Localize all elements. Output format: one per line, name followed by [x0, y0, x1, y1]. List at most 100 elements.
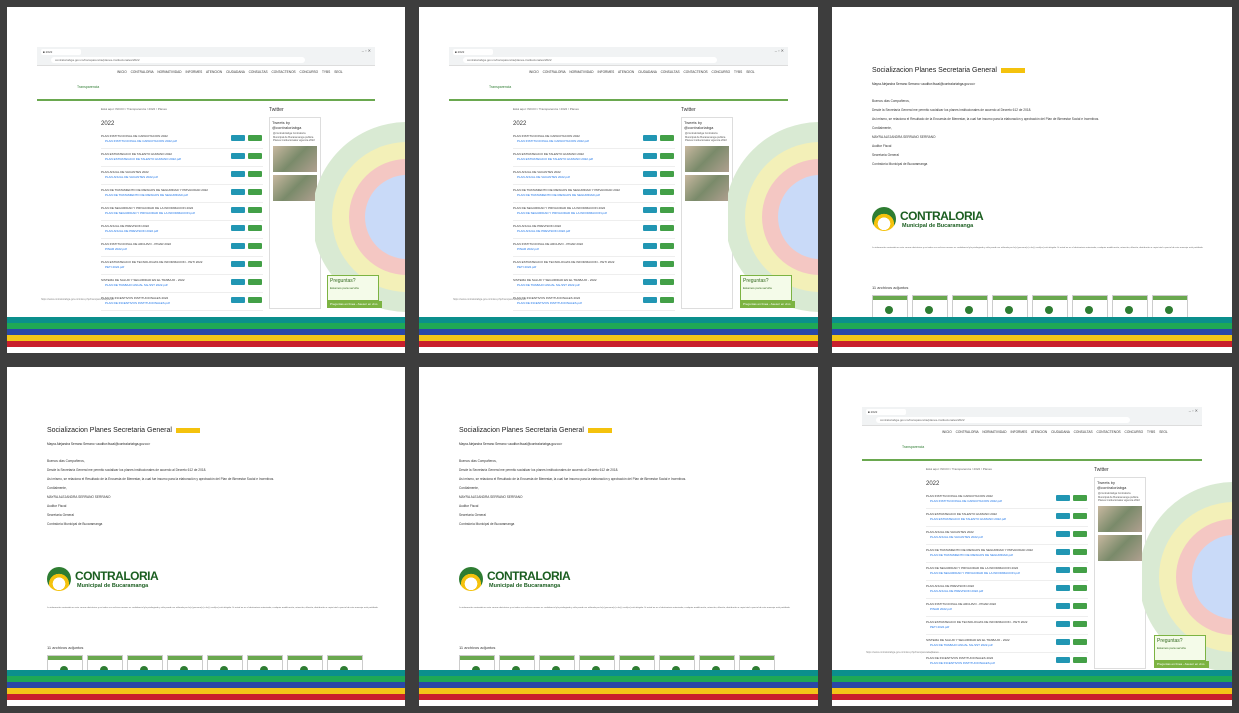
download-button[interactable]: [248, 261, 262, 267]
download-button[interactable]: [660, 207, 674, 213]
download-button[interactable]: [248, 153, 262, 159]
document-link[interactable]: PLAN DE SEGURIDAD Y PRIVACIDAD DE LA INF…: [105, 211, 220, 215]
view-button[interactable]: [643, 279, 657, 285]
document-link[interactable]: PINAR 2022.pdf: [930, 607, 1045, 611]
address-bar[interactable]: contraloriabga.gov.co/transparencia/plan…: [876, 417, 1130, 423]
download-button[interactable]: [1073, 657, 1087, 663]
document-link[interactable]: PLAN DE TRABAJO ANUAL SG-SST 2022.pdf: [105, 283, 220, 287]
download-button[interactable]: [248, 297, 262, 303]
label-tag[interactable]: [1000, 67, 1025, 73]
download-button[interactable]: [1073, 567, 1087, 573]
view-button[interactable]: [1056, 621, 1070, 627]
document-link[interactable]: PLAN ANUAL DE VACANTES 2022.pdf: [105, 175, 220, 179]
browser-tab[interactable]: ■ 2022: [866, 409, 906, 415]
sub-nav[interactable]: Transparencia: [489, 85, 511, 89]
sub-nav[interactable]: Transparencia: [902, 445, 924, 449]
document-link[interactable]: PLAN DE INCENTIVOS INSTITUCIONALES.pdf: [105, 301, 220, 305]
view-button[interactable]: [643, 207, 657, 213]
help-chat-button[interactable]: Preguntas en línea - Asesor en vivo: [740, 301, 795, 308]
email-sender[interactable]: Mayra Alejandra Serrano Serrano <auditor…: [459, 442, 562, 446]
view-button[interactable]: [643, 261, 657, 267]
email-sender[interactable]: Mayra Alejandra Serrano Serrano <auditor…: [872, 82, 975, 86]
document-link[interactable]: PLAN DE TRATAMIENTO DE RIESGOS DE SEGURI…: [517, 193, 632, 197]
download-button[interactable]: [660, 171, 674, 177]
main-nav[interactable]: INICIO CONTRALORIA NORMATIVIDAD INFORMES…: [37, 67, 375, 77]
document-link[interactable]: PLAN DE TRABAJO ANUAL SG-SST 2022.pdf: [517, 283, 632, 287]
download-button[interactable]: [660, 153, 674, 159]
tweets-header[interactable]: Tweets by @contraloriabga: [270, 118, 320, 132]
view-button[interactable]: [1056, 657, 1070, 663]
document-link[interactable]: PLAN ANUAL DE VACANTES 2022.pdf: [517, 175, 632, 179]
download-button[interactable]: [1073, 495, 1087, 501]
view-button[interactable]: [1056, 549, 1070, 555]
view-button[interactable]: [231, 135, 245, 141]
help-chat-button[interactable]: Preguntas en línea - Asesor en vivo: [1154, 661, 1209, 668]
download-button[interactable]: [660, 279, 674, 285]
download-button[interactable]: [1073, 513, 1087, 519]
document-link[interactable]: PLAN DE TRATAMIENTO DE RIESGOS DE SEGURI…: [930, 553, 1045, 557]
window-controls[interactable]: – ▫ ✕: [1189, 408, 1198, 413]
download-button[interactable]: [248, 279, 262, 285]
address-bar[interactable]: contraloriabga.gov.co/transparencia/plan…: [51, 57, 305, 63]
download-button[interactable]: [1073, 603, 1087, 609]
document-link[interactable]: PLAN ESTRATEGICO DE TALENTO HUMANO 2022.…: [930, 517, 1045, 521]
document-link[interactable]: PETI 2022.pdf: [105, 265, 220, 269]
view-button[interactable]: [231, 243, 245, 249]
document-link[interactable]: PETI 2022.pdf: [517, 265, 632, 269]
twitter-widget[interactable]: Tweets by @contraloriabga @contraloriabga…: [269, 117, 321, 309]
tweets-header[interactable]: Tweets by @contraloriabga: [682, 118, 732, 132]
document-link[interactable]: PLAN DE SEGURIDAD Y PRIVACIDAD DE LA INF…: [517, 211, 632, 215]
download-button[interactable]: [660, 261, 674, 267]
view-button[interactable]: [1056, 603, 1070, 609]
breadcrumb[interactable]: Está aquí: INICIO / Transparencia / 2022…: [101, 107, 167, 111]
window-controls[interactable]: – ▫ ✕: [775, 48, 784, 53]
document-link[interactable]: PLAN ESTRATEGICO DE TALENTO HUMANO 2022.…: [105, 157, 220, 161]
sub-nav[interactable]: Transparencia: [77, 85, 99, 89]
breadcrumb[interactable]: Está aquí: INICIO / Transparencia / 2022…: [513, 107, 579, 111]
help-box[interactable]: Preguntas? Estamos para servirle: [1154, 635, 1206, 661]
view-button[interactable]: [643, 189, 657, 195]
document-link[interactable]: PLAN DE SEGURIDAD Y PRIVACIDAD DE LA INF…: [930, 571, 1045, 575]
view-button[interactable]: [1056, 639, 1070, 645]
browser-tab[interactable]: ■ 2022: [41, 49, 81, 55]
view-button[interactable]: [231, 171, 245, 177]
download-button[interactable]: [248, 135, 262, 141]
twitter-widget[interactable]: Tweets by @contraloriabga @contraloriabga…: [681, 117, 733, 309]
view-button[interactable]: [231, 189, 245, 195]
document-link[interactable]: PLAN INSTITUCIONAL DE CAPACITACION 2022.…: [105, 139, 220, 143]
document-link[interactable]: PINAR 2022.pdf: [517, 247, 632, 251]
download-button[interactable]: [660, 189, 674, 195]
download-button[interactable]: [1073, 639, 1087, 645]
document-link[interactable]: PLAN DE TRATAMIENTO DE RIESGOS DE SEGURI…: [105, 193, 220, 197]
browser-tab[interactable]: ■ 2022: [453, 49, 493, 55]
label-tag[interactable]: [587, 427, 612, 433]
view-button[interactable]: [643, 225, 657, 231]
breadcrumb[interactable]: Está aquí: INICIO / Transparencia / 2022…: [926, 467, 992, 471]
main-nav[interactable]: INICIO CONTRALORIA NORMATIVIDAD INFORMES…: [449, 67, 788, 77]
view-button[interactable]: [231, 153, 245, 159]
view-button[interactable]: [231, 279, 245, 285]
help-box[interactable]: Preguntas? Estamos para servirle: [327, 275, 379, 301]
view-button[interactable]: [1056, 585, 1070, 591]
label-tag[interactable]: [175, 427, 200, 433]
view-button[interactable]: [231, 297, 245, 303]
view-button[interactable]: [1056, 513, 1070, 519]
download-button[interactable]: [248, 171, 262, 177]
help-chat-button[interactable]: Preguntas en línea - Asesor en vivo: [327, 301, 382, 308]
download-button[interactable]: [1073, 621, 1087, 627]
download-button[interactable]: [660, 243, 674, 249]
view-button[interactable]: [643, 135, 657, 141]
document-link[interactable]: PLAN ANUAL DE PREVISION 2022.pdf: [105, 229, 220, 233]
document-link[interactable]: PLAN DE INCENTIVOS INSTITUCIONALES.pdf: [930, 661, 1045, 665]
document-link[interactable]: PLAN DE INCENTIVOS INSTITUCIONALES.pdf: [517, 301, 632, 305]
download-button[interactable]: [660, 297, 674, 303]
download-button[interactable]: [1073, 531, 1087, 537]
document-link[interactable]: PLAN ESTRATEGICO DE TALENTO HUMANO 2022.…: [517, 157, 632, 161]
download-button[interactable]: [248, 189, 262, 195]
view-button[interactable]: [1056, 567, 1070, 573]
tweets-header[interactable]: Tweets by @contraloriabga: [1095, 478, 1145, 492]
document-link[interactable]: PLAN ANUAL DE PREVISION 2022.pdf: [930, 589, 1045, 593]
view-button[interactable]: [643, 297, 657, 303]
document-link[interactable]: PLAN ANUAL DE VACANTES 2022.pdf: [930, 535, 1045, 539]
window-controls[interactable]: – ▫ ✕: [362, 48, 371, 53]
